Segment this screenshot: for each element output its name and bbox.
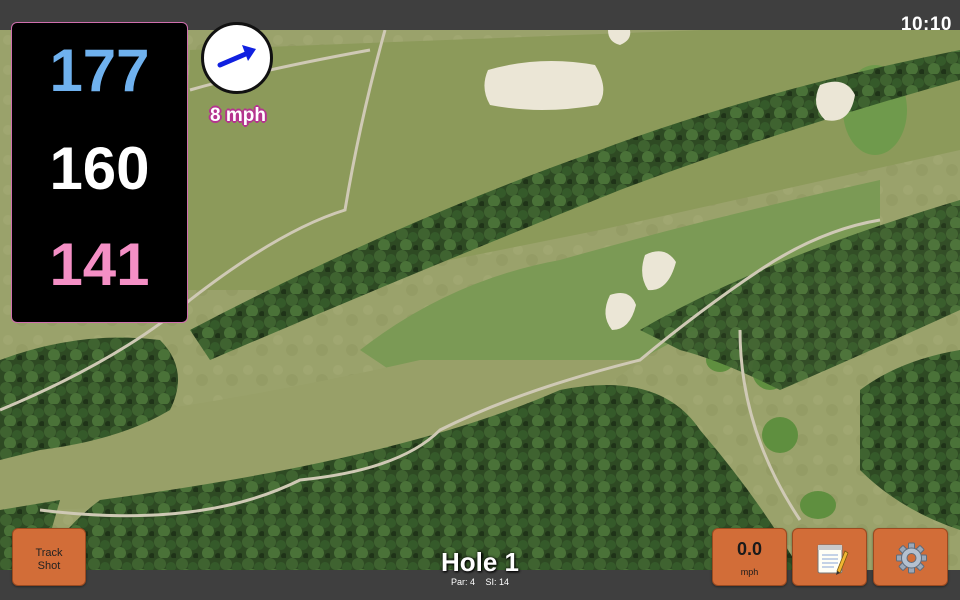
hole-par: Par: 4 bbox=[450, 577, 475, 587]
front-distance: 141 bbox=[49, 231, 150, 298]
speed-unit: mph bbox=[740, 567, 759, 577]
clock: 10:10 bbox=[900, 14, 952, 35]
wind-dial bbox=[201, 22, 273, 94]
track-shot-button[interactable]: Track Shot bbox=[12, 528, 86, 586]
speed-value: 0.0 bbox=[736, 539, 763, 559]
track-shot-label: Track Shot bbox=[13, 547, 85, 573]
hole-stroke-index: SI: 14 bbox=[485, 577, 510, 587]
track-shot-label-line: Shot bbox=[37, 560, 61, 572]
notes-button[interactable] bbox=[792, 528, 867, 586]
hole-title: Hole 1 bbox=[440, 547, 520, 577]
notepad-icon bbox=[817, 544, 849, 575]
settings-button[interactable] bbox=[873, 528, 948, 586]
track-shot-label-line: Track bbox=[35, 547, 63, 559]
speed-button[interactable]: 0.0 mph bbox=[712, 528, 787, 586]
back-distance: 177 bbox=[49, 37, 150, 104]
distance-panel[interactable]: 177 160 141 bbox=[11, 22, 188, 323]
middle-distance: 160 bbox=[49, 135, 150, 202]
gear-icon bbox=[896, 542, 927, 574]
wind-arrow-icon bbox=[217, 45, 256, 68]
wind-speed: 8 mph bbox=[210, 105, 266, 126]
hole-meta: Par: 4 SI: 14 bbox=[380, 577, 580, 587]
